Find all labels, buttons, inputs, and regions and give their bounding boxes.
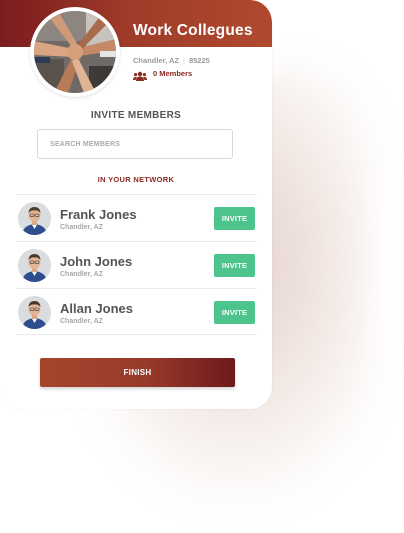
group-title: Work Collegues <box>133 22 253 39</box>
members-count[interactable]: 0 Members <box>133 68 193 81</box>
screen: Work Collegues Chandler, AZ | 85225 0 Me… <box>0 0 404 533</box>
users-icon <box>133 68 147 81</box>
avatar <box>18 296 51 329</box>
invite-button[interactable]: INVITE <box>214 254 255 277</box>
list-item: John Jones Chandler, AZ INVITE <box>16 241 257 288</box>
list-item: Frank Jones Chandler, AZ INVITE <box>16 194 257 241</box>
group-zip: 85225 <box>188 56 210 65</box>
finish-button[interactable]: FINISH <box>40 358 235 387</box>
group-avatar[interactable] <box>30 7 120 97</box>
group-location: Chandler, AZ | 85225 <box>133 56 210 65</box>
search-members-input[interactable] <box>37 129 233 159</box>
group-city: Chandler, AZ <box>133 56 179 65</box>
contact-name: Allan Jones <box>60 301 133 316</box>
contact-name: John Jones <box>60 254 133 269</box>
group-photo <box>34 11 116 93</box>
location-separator: | <box>182 56 185 65</box>
network-heading: IN YOUR NETWORK <box>97 175 175 184</box>
contact-list: Frank Jones Chandler, AZ INVITE John Jon… <box>16 194 257 335</box>
avatar <box>18 249 51 282</box>
invite-button[interactable]: INVITE <box>214 301 255 324</box>
list-item: Allan Jones Chandler, AZ INVITE <box>16 288 257 335</box>
contact-name: Frank Jones <box>60 207 137 222</box>
avatar <box>18 202 51 235</box>
invite-heading: INVITE MEMBERS <box>90 110 182 121</box>
invite-card: Work Collegues Chandler, AZ | 85225 0 Me… <box>0 0 272 409</box>
contact-location: Chandler, AZ <box>60 271 103 278</box>
contact-location: Chandler, AZ <box>60 318 103 325</box>
invite-button[interactable]: INVITE <box>214 207 255 230</box>
members-label: 0 Members <box>153 68 193 78</box>
contact-location: Chandler, AZ <box>60 224 103 231</box>
